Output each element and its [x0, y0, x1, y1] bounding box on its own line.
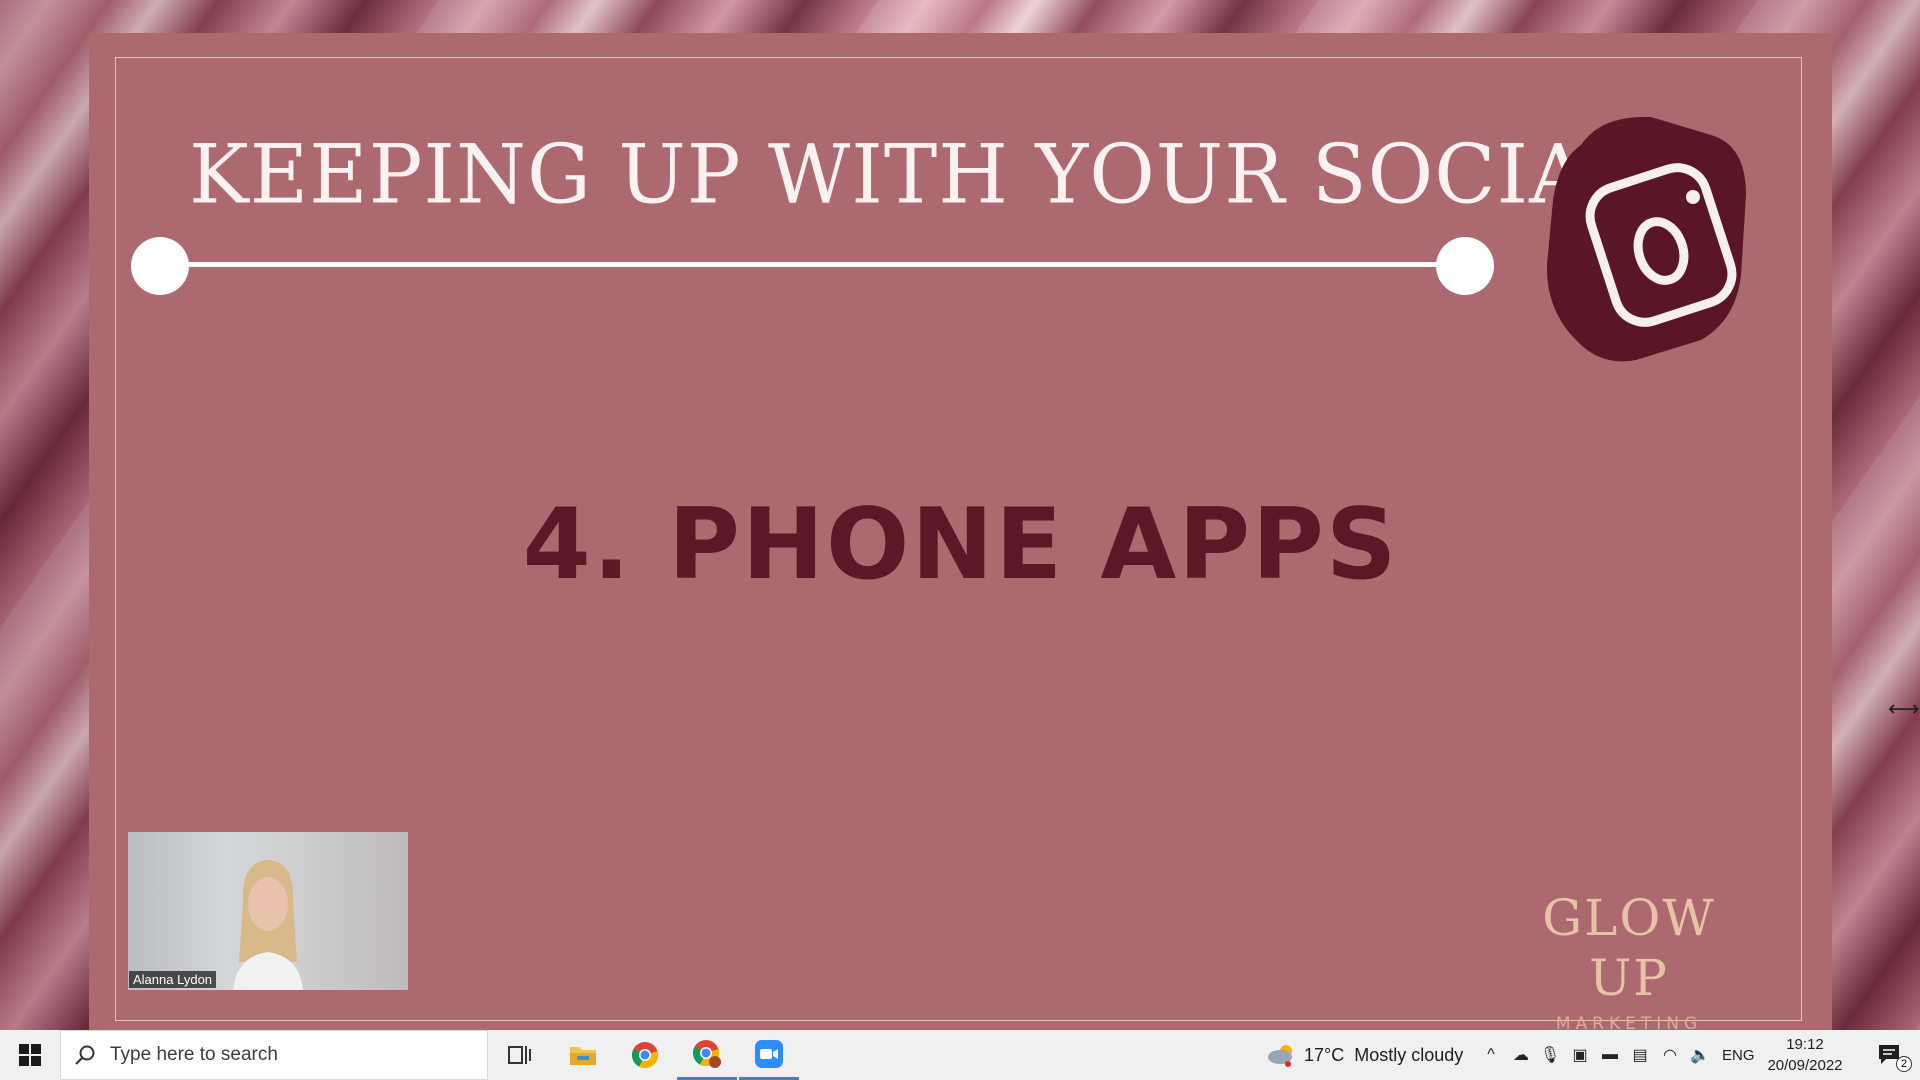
volume-icon[interactable]: 🔈	[1689, 1044, 1711, 1066]
battery-icon[interactable]: ▬	[1599, 1044, 1621, 1066]
divider-dot-right	[1436, 237, 1494, 295]
notification-count: 2	[1896, 1056, 1912, 1072]
language-indicator[interactable]: ENG	[1722, 1030, 1755, 1080]
file-explorer-button[interactable]	[553, 1030, 613, 1080]
display-icon[interactable]: ▤	[1629, 1044, 1651, 1066]
clock-date: 20/09/2022	[1767, 1057, 1843, 1074]
windows-icon	[19, 1044, 41, 1066]
taskbar: Type here to search 17°C Mostly cloudy ^…	[0, 1030, 1920, 1080]
brand-name: GLOW UP	[1542, 889, 1716, 1007]
task-view-button[interactable]	[490, 1030, 550, 1080]
search-placeholder: Type here to search	[110, 1044, 278, 1065]
wifi-icon[interactable]: ◠	[1659, 1044, 1681, 1066]
slide-heading: 4. PHONE APPS	[522, 488, 1399, 602]
show-hidden-icons-chevron-up-icon[interactable]: ^	[1480, 1044, 1502, 1066]
chrome-profile-button[interactable]	[677, 1030, 737, 1080]
chrome-icon	[632, 1042, 659, 1069]
cloud-icon	[1268, 1045, 1292, 1067]
onedrive-icon[interactable]: ☁	[1510, 1044, 1532, 1066]
taskbar-search[interactable]: Type here to search	[60, 1030, 488, 1080]
resize-cursor-icon: ⟷	[1888, 697, 1920, 722]
title-divider	[161, 262, 1471, 267]
clock-time: 19:12	[1786, 1036, 1824, 1053]
task-view-icon	[508, 1046, 531, 1064]
weather-temperature: 17°C	[1304, 1044, 1345, 1065]
zoom-icon	[755, 1039, 783, 1068]
webcam-video-tile[interactable]: Alanna Lydon	[128, 832, 408, 990]
chrome-button[interactable]	[615, 1030, 675, 1080]
microphone-icon[interactable]: 🎙	[1539, 1044, 1561, 1066]
clock[interactable]: 19:12 20/09/2022	[1755, 1034, 1855, 1076]
brand-logo: GLOW UP MARKETING	[1529, 888, 1729, 1034]
start-button[interactable]	[0, 1030, 60, 1080]
camera-icon[interactable]: ▣	[1569, 1044, 1591, 1066]
file-explorer-icon	[570, 1047, 596, 1065]
weather-widget[interactable]: 17°C Mostly cloudy	[1266, 1030, 1463, 1080]
instagram-icon	[1541, 105, 1751, 365]
zoom-button[interactable]	[739, 1030, 799, 1080]
slide-title: KEEPING UP WITH YOUR SOCIALS	[189, 127, 1698, 222]
chrome-profile-icon	[693, 1039, 721, 1068]
participant-name-label: Alanna Lydon	[129, 971, 217, 988]
divider-dot-left	[131, 237, 189, 295]
search-icon	[75, 1045, 95, 1065]
weather-description: Mostly cloudy	[1354, 1044, 1464, 1065]
participant-video	[233, 860, 303, 990]
notification-center-button[interactable]: 2	[1860, 1030, 1920, 1080]
